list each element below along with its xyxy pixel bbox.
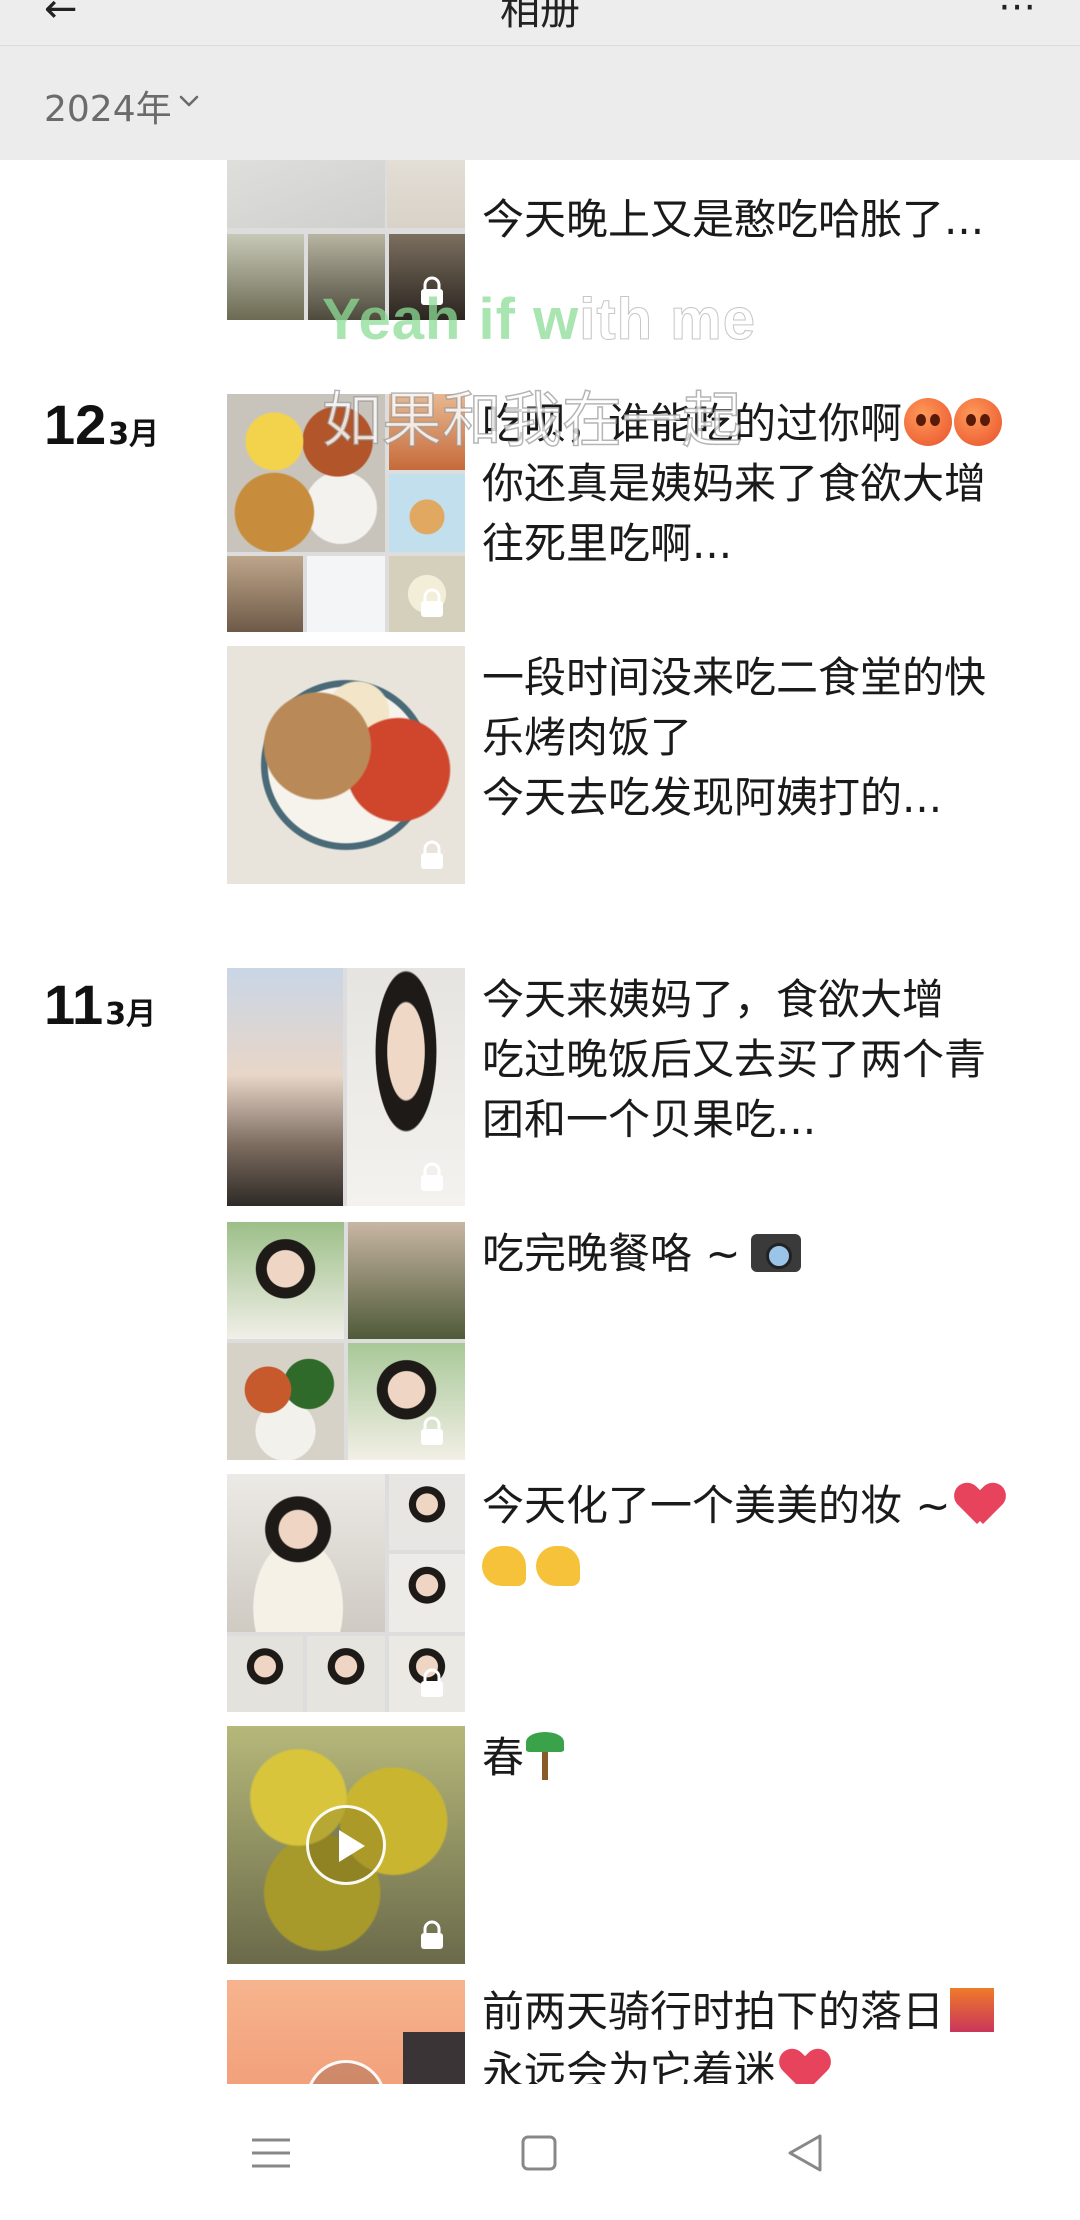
post-text-line: 团和一个贝果吃... bbox=[482, 1095, 817, 1144]
post-thumbnail[interactable] bbox=[227, 1474, 465, 1712]
lock-icon bbox=[421, 588, 443, 617]
lock-icon bbox=[421, 1668, 443, 1697]
flexed-arm-icon bbox=[536, 1546, 580, 1586]
top-app-bar: ← 相册 ⋯ bbox=[0, 0, 1080, 46]
post-text[interactable]: 今天化了一个美美的妆 ~ bbox=[482, 1476, 1042, 1596]
post-text-line: 吃完晚餐咯 ~ bbox=[482, 1229, 741, 1278]
post-text-line: 永远会为它着迷 bbox=[482, 2047, 777, 2084]
menu-icon[interactable] bbox=[246, 2128, 296, 2178]
post-text-line: 一段时间没来吃二食堂的快 bbox=[482, 653, 987, 702]
post-text[interactable]: 今天来姨妈了，食欲大增 吃过晚饭后又去买了两个青 团和一个贝果吃... bbox=[482, 970, 1042, 1150]
post-text[interactable]: 春 bbox=[482, 1728, 1042, 1788]
post-text-line: 今天去吃发现阿姨打的... bbox=[482, 773, 943, 822]
city-sunset-icon bbox=[950, 1988, 995, 2032]
post-text[interactable]: 前两天骑行时拍下的落日 永远会为它着迷 bbox=[482, 1982, 1042, 2084]
date-day: 12 bbox=[44, 393, 107, 456]
system-navigation-bar bbox=[0, 2084, 1080, 2220]
post-text-line: 今天化了一个美美的妆 ~ bbox=[482, 1481, 951, 1530]
page-title: 相册 bbox=[500, 0, 580, 34]
post-thumbnail[interactable] bbox=[227, 968, 465, 1206]
home-square-icon[interactable] bbox=[514, 2128, 564, 2178]
heart-icon bbox=[782, 2046, 828, 2084]
more-options-icon[interactable]: ⋯ bbox=[998, 0, 1036, 28]
worried-face-icon bbox=[904, 398, 953, 446]
post-text[interactable]: 一段时间没来吃二食堂的快 乐烤肉饭了 今天去吃发现阿姨打的... bbox=[482, 648, 1042, 828]
date-label: 123月 bbox=[44, 392, 159, 457]
date-month: 3月 bbox=[108, 417, 160, 452]
back-triangle-icon[interactable] bbox=[780, 2128, 830, 2178]
camera-flash-icon bbox=[750, 1234, 801, 1272]
timeline-feed: 今天晚上又是憨吃哈胀了... 123月 吃呗，谁能吃的过你啊 你还真是姨妈来了食… bbox=[0, 160, 1080, 2084]
chevron-down-icon[interactable] bbox=[178, 90, 200, 112]
flexed-arm-icon bbox=[482, 1546, 526, 1586]
lyric-line-english: Yeah if with me bbox=[322, 286, 756, 353]
lock-icon bbox=[421, 1162, 443, 1191]
post-text[interactable]: 吃完晚餐咯 ~ bbox=[482, 1224, 1042, 1284]
post-text-line: 你还真是姨妈来了食欲大增 bbox=[482, 459, 987, 508]
lyric-highlight: Yeah if w bbox=[322, 287, 580, 352]
post-text-line: 乐烤肉饭了 bbox=[482, 713, 693, 762]
lock-icon bbox=[421, 1416, 443, 1445]
year-filter-dropdown[interactable]: 2024年 bbox=[44, 80, 172, 132]
post-text-line: 今天晚上又是憨吃哈胀了... bbox=[482, 195, 985, 244]
post-text-line: 往死里吃啊... bbox=[482, 519, 733, 568]
post-text[interactable]: 今天晚上又是憨吃哈胀了... bbox=[482, 190, 1042, 250]
post-text-line: 今天来姨妈了，食欲大增 bbox=[482, 975, 945, 1024]
year-filter-bar: 2024年 bbox=[0, 46, 1080, 160]
date-day: 11 bbox=[44, 973, 104, 1036]
lyric-rest: ith me bbox=[579, 287, 757, 353]
lock-icon bbox=[421, 1920, 443, 1949]
worried-face-icon bbox=[954, 398, 1003, 446]
heart-icon bbox=[957, 1480, 1003, 1526]
date-month: 3月 bbox=[105, 997, 157, 1032]
post-text-line: 吃过晚饭后又去买了两个青 bbox=[482, 1035, 987, 1084]
date-label: 113月 bbox=[44, 972, 156, 1037]
post-thumbnail[interactable] bbox=[227, 646, 465, 884]
post-video-thumbnail[interactable] bbox=[227, 1726, 465, 1964]
play-icon[interactable] bbox=[306, 1805, 386, 1885]
post-video-thumbnail[interactable] bbox=[227, 1980, 465, 2084]
post-text-line: 春 bbox=[482, 1733, 525, 1782]
lyric-line-chinese: 如果和我在一起 bbox=[321, 385, 743, 457]
lock-icon bbox=[421, 840, 443, 869]
post-text-line: 前两天骑行时拍下的落日 bbox=[482, 1987, 945, 2036]
post-thumbnail[interactable] bbox=[227, 1222, 465, 1460]
palm-tree-icon bbox=[524, 1732, 565, 1780]
